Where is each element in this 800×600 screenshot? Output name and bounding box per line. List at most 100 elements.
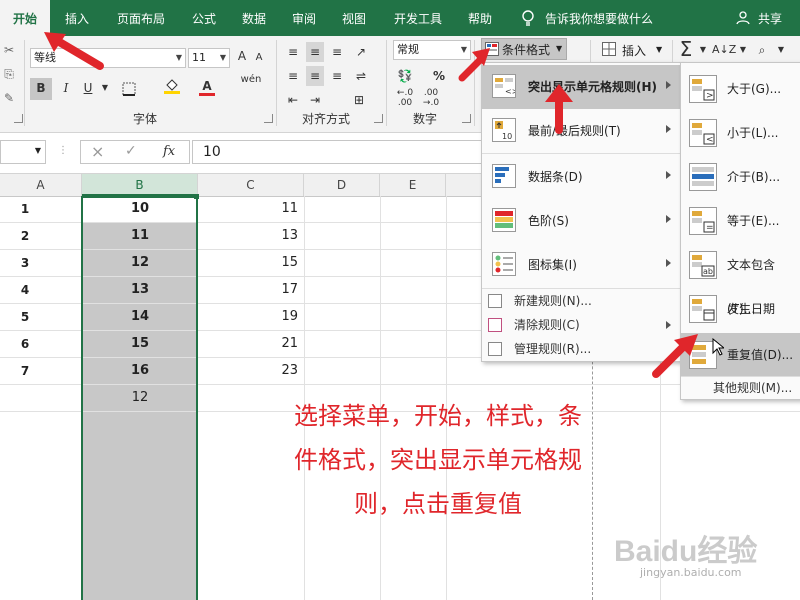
underline-button[interactable]: U [78,78,98,98]
enter-button[interactable]: ✓ [125,143,137,159]
row-number[interactable]: 6 [0,331,50,357]
increase-decimal-icon[interactable]: ←.0.00 [394,88,416,108]
tab-formulas[interactable]: 公式 [184,0,224,36]
insert-function-button[interactable]: fx [163,144,175,159]
align-middle-icon[interactable]: ≡ [306,42,324,62]
svg-text:>: > [706,91,714,101]
alignment-launcher-icon[interactable] [374,114,383,123]
tab-page-layout[interactable]: 页面布局 [108,0,174,36]
decrease-decimal-icon[interactable]: .00 →.0 [420,88,442,108]
find-select-icon[interactable]: ⌕ [750,40,774,60]
merge-center-icon[interactable]: ⊞ [344,90,374,110]
increase-indent-icon[interactable]: ⇥ [306,90,324,110]
cut-icon[interactable]: ✂ [0,40,18,60]
copy-icon[interactable]: ⎘ [0,64,18,84]
column-header-d[interactable]: D [304,174,380,196]
red-arrow-icon [545,84,573,134]
cell-c[interactable]: 21 [198,331,304,357]
resize-handle-icon[interactable]: ⋮ [58,145,68,159]
svg-text:ab: ab [703,267,713,276]
submenu-item-less-than[interactable]: < 小于(L)... [681,111,800,155]
submenu-item-text-contains[interactable]: ab 文本包含(T)... [681,243,800,316]
fill-handle[interactable] [194,194,199,199]
shrink-font-icon[interactable]: A [252,48,266,68]
tell-me-search[interactable]: 告诉我你想要做什么 [545,0,665,36]
font-size-combo[interactable]: 11 ▼ [188,48,230,68]
chevron-down-icon: ▼ [556,44,563,53]
alignment-group-label: 对齐方式 [301,112,350,126]
less-than-icon: < [689,119,717,147]
row-number[interactable]: 4 [0,277,50,303]
format-painter-icon[interactable]: ✎ [0,88,18,108]
watermark-logo: Baidu经验 [614,535,758,568]
cell-c[interactable]: 17 [198,277,304,303]
cell-c[interactable]: 15 [198,250,304,276]
menu-item-new-rule[interactable]: 新建规则(N)... [482,289,681,313]
cell-c[interactable]: 11 [198,196,304,222]
name-box[interactable]: ▼ [0,140,46,164]
tab-review[interactable]: 审阅 [284,0,324,36]
italic-button[interactable]: I [56,78,76,98]
tab-help[interactable]: 帮助 [460,0,500,36]
wrap-text-icon[interactable]: ⇌ [350,66,372,86]
font-launcher-icon[interactable] [264,114,273,123]
cell-c[interactable]: 13 [198,223,304,249]
menu-item-top-bottom-rules[interactable]: 10 最前/最后规则(T) [482,109,681,153]
row-number[interactable]: 7 [0,358,50,384]
tab-data[interactable]: 数据 [234,0,274,36]
row-number[interactable]: 5 [0,304,50,330]
text-orientation-icon[interactable]: ↗ [350,42,372,62]
chevron-down-icon: ▼ [656,45,663,54]
formula-input[interactable]: 10 [192,140,482,164]
row-number[interactable]: 2 [0,223,50,249]
menu-item-color-scales[interactable]: 色阶(S) [482,199,681,243]
row-number[interactable]: 3 [0,250,50,276]
column-header-b[interactable]: B [82,174,198,196]
row-number[interactable]: 1 [0,196,50,222]
tab-view[interactable]: 视图 [334,0,374,36]
number-launcher-icon[interactable] [462,114,471,123]
decrease-indent-icon[interactable]: ⇤ [284,90,302,110]
accounting-format-icon[interactable]: 💱 [394,66,416,86]
eraser-icon [488,318,502,332]
autosum-button[interactable]: Σ [676,36,696,62]
column-header-c[interactable]: C [198,174,304,196]
align-left-icon[interactable]: ≡ [284,66,302,86]
cell-c[interactable]: 23 [198,358,304,384]
row-number[interactable] [0,385,50,411]
fill-color-icon[interactable] [160,76,184,100]
submenu-item-equal-to[interactable]: = 等于(E)... [681,199,800,243]
menu-item-data-bars[interactable]: 数据条(D) [482,155,681,199]
align-bottom-icon[interactable]: ≡ [328,42,346,62]
align-center-icon[interactable]: ≡ [306,66,324,86]
menu-item-highlight-cells-rules[interactable]: <> 突出显示单元格规则(H) [482,65,681,109]
column-header-a[interactable]: A [0,174,82,196]
column-header-e[interactable]: E [380,174,446,196]
align-top-icon[interactable]: ≡ [284,42,302,62]
percent-style-button[interactable]: % [430,66,448,86]
submenu-item-between[interactable]: 介于(B)... [681,155,800,199]
conditional-format-menu: <> 突出显示单元格规则(H) 10 最前/最后规则(T) 数据条(D) 色阶(… [481,62,682,362]
borders-icon[interactable] [118,78,140,102]
phonetic-guide-icon[interactable]: wén [238,70,264,90]
insert-cells-button[interactable]: 插入 ▼ [600,40,670,60]
chevron-down-icon[interactable]: ▼ [738,40,748,60]
bold-button[interactable]: B [30,78,52,100]
submenu-item-more-rules[interactable]: 其他规则(M)... [713,377,800,399]
font-color-icon[interactable]: A [196,76,218,96]
grow-font-icon[interactable]: A [234,46,250,66]
submenu-item-greater-than[interactable]: > 大于(G)... [681,67,800,111]
cancel-button[interactable]: × [91,142,104,161]
clipboard-launcher-icon[interactable] [14,114,23,123]
chevron-down-icon[interactable]: ▼ [698,40,708,60]
submenu-item-date-occurring[interactable]: 发生日期(A)... [681,287,800,360]
sort-filter-icon[interactable]: A↓Z [712,40,736,60]
formula-buttons: × ✓ fx [80,140,190,164]
tab-developer[interactable]: 开发工具 [386,0,450,36]
share-button[interactable]: 共享 [754,0,786,36]
cell-c[interactable]: 19 [198,304,304,330]
chevron-down-icon[interactable]: ▼ [776,40,786,60]
align-right-icon[interactable]: ≡ [328,66,346,86]
chevron-down-icon[interactable]: ▼ [100,78,110,98]
menu-item-icon-sets[interactable]: 图标集(I) [482,243,681,287]
